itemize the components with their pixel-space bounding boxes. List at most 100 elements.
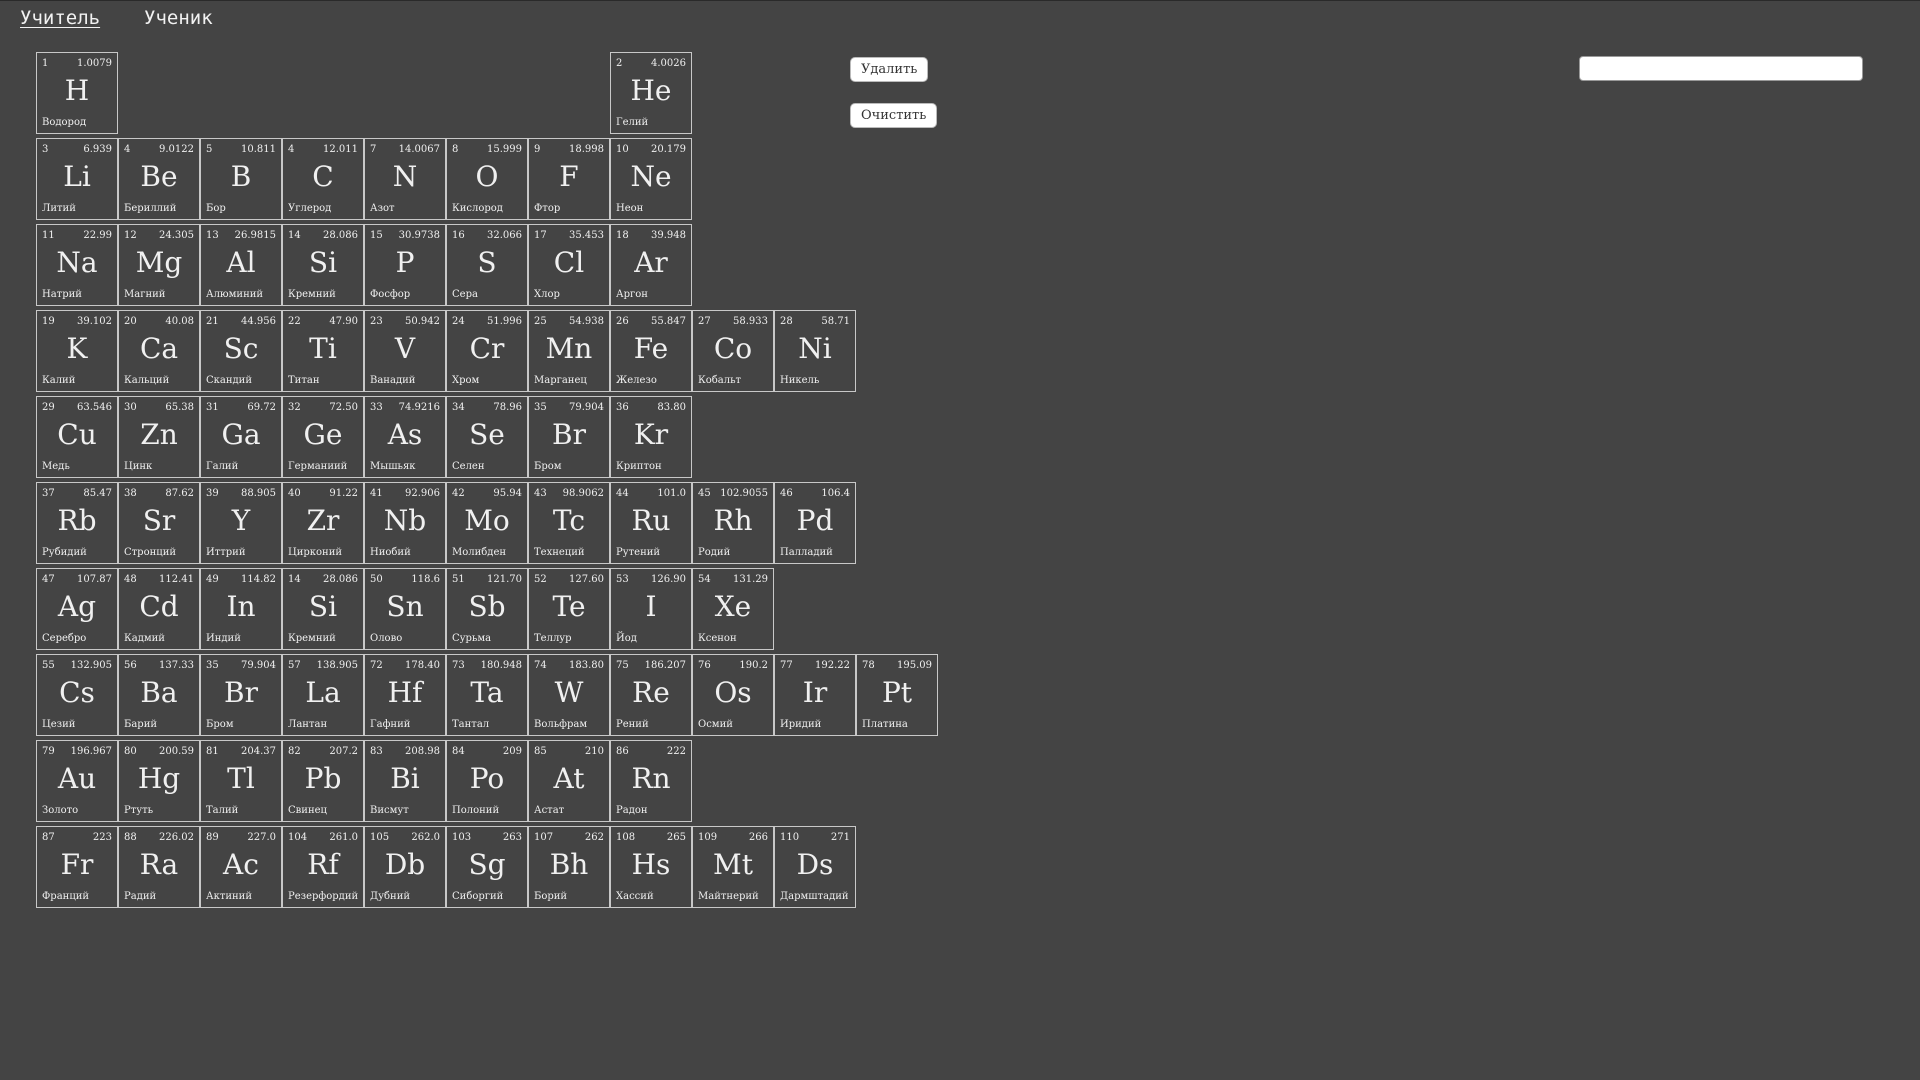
element-cell[interactable]: 15 30.9738 P Фосфор [364, 224, 446, 306]
element-symbol: Fe [633, 332, 669, 365]
element-cell[interactable]: 28 58.71 Ni Никель [774, 310, 856, 392]
element-cell[interactable]: 89 227.0 Ac Актиний [200, 826, 282, 908]
element-cell[interactable]: 9 18.998 F Фтор [528, 138, 610, 220]
element-cell[interactable]: 82 207.2 Pb Свинец [282, 740, 364, 822]
element-cell[interactable]: 14 28.086 Si Кремний [282, 568, 364, 650]
element-cell[interactable]: 36 83.80 Kr Криптон [610, 396, 692, 478]
element-symbol: Rh [713, 504, 753, 537]
element-cell[interactable]: 47 107.87 Ag Серебро [36, 568, 118, 650]
element-cell[interactable]: 80 200.59 Hg Ртуть [118, 740, 200, 822]
element-cell[interactable]: 79 196.967 Au Золото [36, 740, 118, 822]
tab-student[interactable]: Ученик [144, 7, 213, 29]
element-cell[interactable]: 31 69.72 Ga Галий [200, 396, 282, 478]
element-name: Марганец [534, 375, 587, 386]
element-cell[interactable]: 19 39.102 K Калий [36, 310, 118, 392]
element-cell[interactable]: 35 79.904 Br Бром [200, 654, 282, 736]
element-cell[interactable]: 57 138.905 La Лантан [282, 654, 364, 736]
element-cell[interactable]: 73 180.948 Ta Тантал [446, 654, 528, 736]
element-cell[interactable]: 50 118.6 Sn Олово [364, 568, 446, 650]
element-cell[interactable]: 87 223 Fr Франций [36, 826, 118, 908]
element-name: Кадмий [124, 633, 165, 644]
element-cell[interactable]: 41 92.906 Nb Ниобий [364, 482, 446, 564]
element-cell[interactable]: 13 26.9815 Al Алюминий [200, 224, 282, 306]
element-symbol: Al [226, 246, 256, 279]
element-cell[interactable]: 35 79.904 Br Бром [528, 396, 610, 478]
element-cell[interactable]: 84 209 Po Полоний [446, 740, 528, 822]
element-cell[interactable]: 85 210 At Астат [528, 740, 610, 822]
element-cell[interactable]: 40 91.22 Zr Цирконий [282, 482, 364, 564]
search-input[interactable] [1579, 56, 1863, 81]
element-cell[interactable]: 103 263 Sg Сиборгий [446, 826, 528, 908]
element-cell[interactable]: 44 101.0 Ru Рутений [610, 482, 692, 564]
element-cell[interactable]: 11 22.99 Na Натрий [36, 224, 118, 306]
element-cell[interactable]: 107 262 Bh Борий [528, 826, 610, 908]
element-cell[interactable]: 86 222 Rn Радон [610, 740, 692, 822]
element-cell[interactable]: 88 226.02 Ra Радий [118, 826, 200, 908]
element-cell[interactable]: 3 6.939 Li Литий [36, 138, 118, 220]
element-cell[interactable]: 76 190.2 Os Осмий [692, 654, 774, 736]
atomic-number: 45 [698, 488, 711, 499]
element-cell[interactable]: 46 106.4 Pd Палладий [774, 482, 856, 564]
atomic-number: 36 [616, 402, 629, 413]
element-cell[interactable]: 108 265 Hs Хассий [610, 826, 692, 908]
element-cell[interactable]: 53 126.90 I Йод [610, 568, 692, 650]
element-cell[interactable]: 48 112.41 Cd Кадмий [118, 568, 200, 650]
atomic-number: 107 [534, 832, 554, 843]
element-cell[interactable]: 38 87.62 Sr Стронций [118, 482, 200, 564]
element-cell[interactable]: 110 271 Ds Дармштадий [774, 826, 856, 908]
element-cell[interactable]: 8 15.999 O Кислород [446, 138, 528, 220]
element-cell[interactable]: 109 266 Mt Майтнерий [692, 826, 774, 908]
element-cell[interactable]: 51 121.70 Sb Сурьма [446, 568, 528, 650]
element-cell[interactable]: 33 74.9216 As Мышьяк [364, 396, 446, 478]
element-name: Теллур [534, 633, 572, 644]
element-cell[interactable]: 22 47.90 Ti Титан [282, 310, 364, 392]
element-cell[interactable]: 75 186.207 Re Рений [610, 654, 692, 736]
element-cell[interactable]: 30 65.38 Zn Цинк [118, 396, 200, 478]
element-cell[interactable]: 27 58.933 Co Кобальт [692, 310, 774, 392]
element-cell[interactable]: 83 208.98 Bi Висмут [364, 740, 446, 822]
element-cell[interactable]: 24 51.996 Cr Хром [446, 310, 528, 392]
element-cell[interactable]: 72 178.40 Hf Гафний [364, 654, 446, 736]
element-cell[interactable]: 78 195.09 Pt Платина [856, 654, 938, 736]
element-cell[interactable]: 5 10.811 B Бор [200, 138, 282, 220]
element-cell[interactable]: 49 114.82 In Индий [200, 568, 282, 650]
element-cell[interactable]: 54 131.29 Xe Ксенон [692, 568, 774, 650]
element-cell[interactable]: 52 127.60 Te Теллур [528, 568, 610, 650]
element-cell[interactable]: 14 28.086 Si Кремний [282, 224, 364, 306]
element-cell[interactable]: 23 50.942 V Ванадий [364, 310, 446, 392]
element-cell[interactable]: 39 88.905 Y Иттрий [200, 482, 282, 564]
element-cell[interactable]: 26 55.847 Fe Железо [610, 310, 692, 392]
element-cell[interactable]: 17 35.453 Cl Хлор [528, 224, 610, 306]
element-cell[interactable]: 32 72.50 Ge Германиий [282, 396, 364, 478]
clear-button[interactable]: Очистить [850, 103, 938, 128]
element-cell[interactable]: 7 14.0067 N Азот [364, 138, 446, 220]
element-cell[interactable]: 10 20.179 Ne Неон [610, 138, 692, 220]
element-cell[interactable]: 81 204.37 Tl Талий [200, 740, 282, 822]
element-cell[interactable]: 2 4.0026 He Гелий [610, 52, 692, 134]
element-cell[interactable]: 55 132.905 Cs Цезий [36, 654, 118, 736]
element-cell[interactable]: 42 95.94 Mo Молибден [446, 482, 528, 564]
element-cell[interactable]: 74 183.80 W Вольфрам [528, 654, 610, 736]
element-cell[interactable]: 77 192.22 Ir Иридий [774, 654, 856, 736]
element-cell[interactable]: 29 63.546 Cu Медь [36, 396, 118, 478]
element-cell[interactable]: 104 261.0 Rf Резерфордий [282, 826, 364, 908]
element-cell[interactable]: 12 24.305 Mg Магний [118, 224, 200, 306]
atomic-number: 16 [452, 230, 465, 241]
element-cell[interactable]: 20 40.08 Ca Кальций [118, 310, 200, 392]
element-cell[interactable]: 4 12.011 C Углерод [282, 138, 364, 220]
tab-teacher[interactable]: Учитель [20, 7, 100, 29]
top-border [0, 0, 1920, 1]
element-cell[interactable]: 105 262.0 Db Дубний [364, 826, 446, 908]
element-cell[interactable]: 56 137.33 Ba Барий [118, 654, 200, 736]
element-cell[interactable]: 34 78.96 Se Селен [446, 396, 528, 478]
element-cell[interactable]: 45 102.9055 Rh Родий [692, 482, 774, 564]
element-cell[interactable]: 4 9.0122 Be Бериллий [118, 138, 200, 220]
element-cell[interactable]: 18 39.948 Ar Аргон [610, 224, 692, 306]
element-cell[interactable]: 43 98.9062 Tc Технеций [528, 482, 610, 564]
element-cell[interactable]: 1 1.0079 H Водород [36, 52, 118, 134]
element-cell[interactable]: 16 32.066 S Сера [446, 224, 528, 306]
delete-button[interactable]: Удалить [850, 57, 929, 82]
element-cell[interactable]: 37 85.47 Rb Рубидий [36, 482, 118, 564]
element-cell[interactable]: 21 44.956 Sc Скандий [200, 310, 282, 392]
element-cell[interactable]: 25 54.938 Mn Марганец [528, 310, 610, 392]
